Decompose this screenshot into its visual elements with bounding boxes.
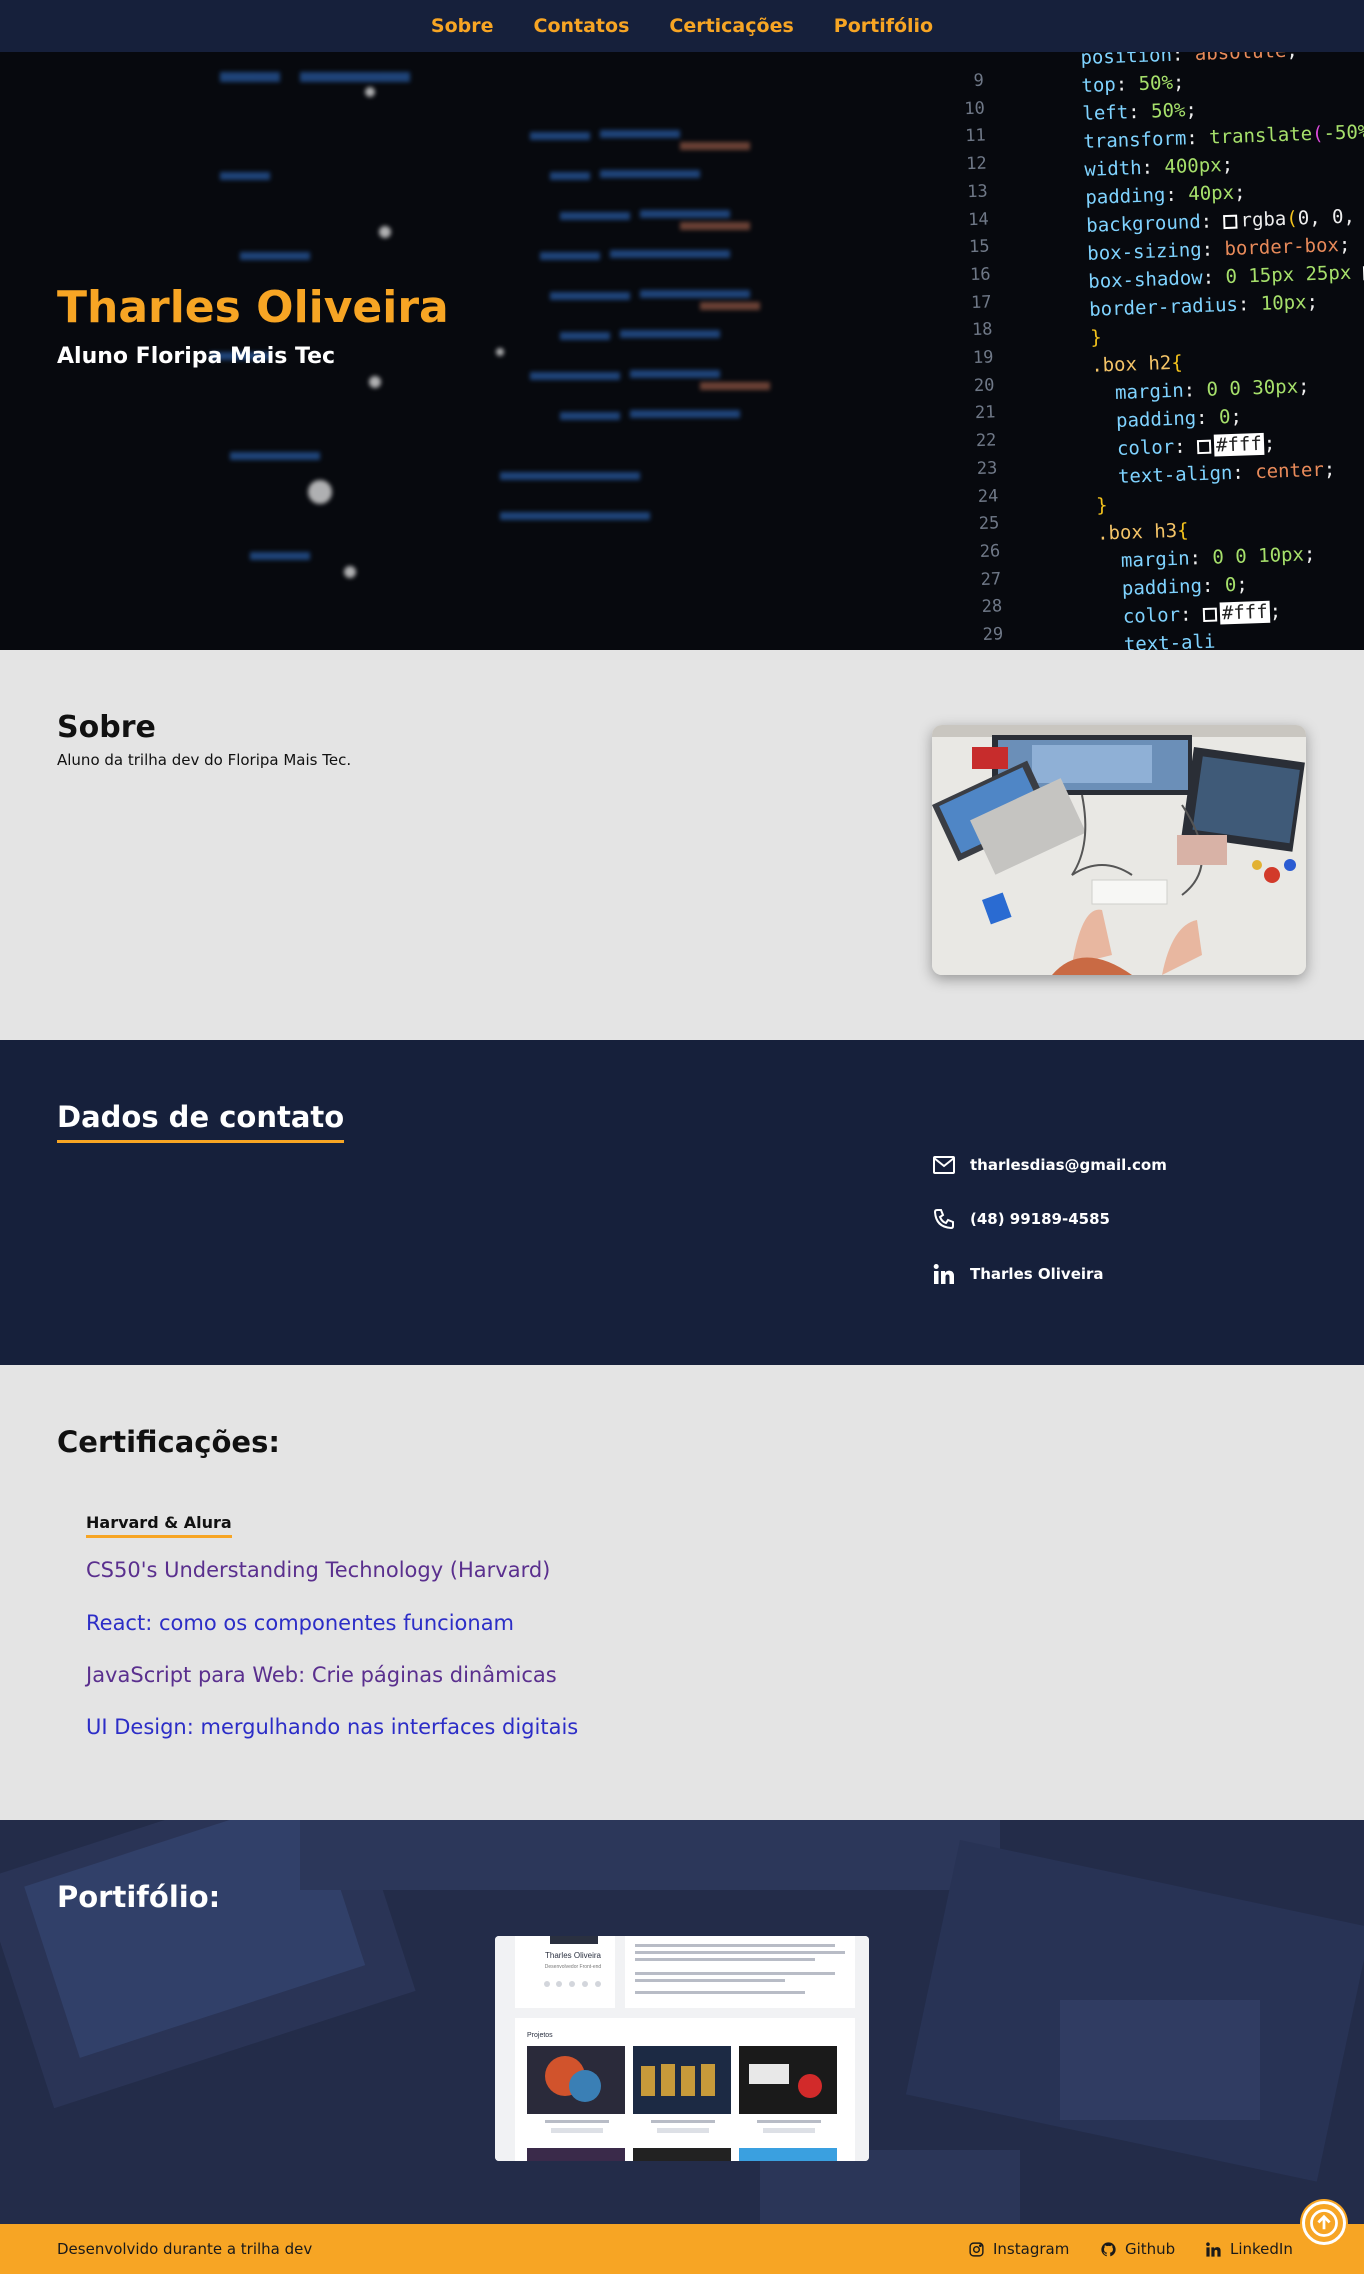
about-section: Sobre Aluno da trilha dev do Floripa Mai… — [0, 650, 1364, 1040]
hero-subtitle: Aluno Floripa Mais Tec — [57, 344, 336, 369]
top-navigation: Sobre Contatos Certicações Portifólio — [0, 0, 1364, 52]
back-to-top-button[interactable] — [1302, 2201, 1346, 2245]
contact-section: Dados de contato tharlesdias@gmail.com (… — [0, 1040, 1364, 1365]
mail-icon — [933, 1156, 955, 1174]
certifications-section: Certificações: Harvard & Alura CS50's Un… — [0, 1365, 1364, 1820]
contact-phone[interactable]: (48) 99189-4585 — [932, 1207, 1110, 1231]
about-heading: Sobre — [57, 710, 156, 745]
footer-link-github[interactable]: Github — [1100, 2240, 1175, 2258]
github-icon — [1101, 2241, 1116, 2256]
footer-link-github-label: Github — [1125, 2240, 1176, 2258]
preview-name: Tharles Oliveira — [545, 1951, 602, 1960]
hero-banner: 9 10 11 12 13 14 15 16 17 18 19 20 21 22… — [0, 52, 1364, 650]
nav-link-contatos[interactable]: Contatos — [534, 15, 630, 37]
certifications-institution: Harvard & Alura — [86, 1513, 232, 1538]
nav-link-sobre[interactable]: Sobre — [431, 15, 494, 37]
page-footer: Desenvolvido durante a trilha dev Instag… — [0, 2224, 1364, 2274]
contact-email-text: tharlesdias@gmail.com — [970, 1156, 1167, 1174]
portfolio-heading: Portifólio: — [57, 1880, 221, 1914]
about-desk-photo — [932, 725, 1306, 975]
instagram-icon — [969, 2241, 984, 2257]
cert-link-javascript[interactable]: JavaScript para Web: Crie páginas dinâmi… — [86, 1663, 557, 1687]
portfolio-preview-card[interactable]: Tharles Oliveira Desenvolvedor Front-end… — [495, 1936, 869, 2161]
contact-linkedin-text: Tharles Oliveira — [970, 1265, 1104, 1283]
footer-link-linkedin-label: LinkedIn — [1230, 2240, 1293, 2258]
code-line-numbers: 9 10 11 12 13 14 15 16 17 18 19 20 21 22… — [963, 70, 1004, 646]
cert-link-react[interactable]: React: como os componentes funcionam — [86, 1611, 514, 1635]
cert-link-ui-design[interactable]: UI Design: mergulhando nas interfaces di… — [86, 1715, 578, 1739]
preview-section-title: Projetos — [527, 2032, 553, 2039]
phone-icon — [933, 1209, 954, 1230]
hero-title: Tharles Oliveira — [57, 282, 449, 333]
contact-phone-text: (48) 99189-4585 — [970, 1210, 1110, 1228]
arrow-up-circle-icon — [1310, 2209, 1338, 2237]
preview-role: Desenvolvedor Front-end — [545, 1964, 602, 1970]
contact-email[interactable]: tharlesdias@gmail.com — [932, 1153, 1167, 1177]
portfolio-section: Portifólio: Tharles Oliveira Desenvolved… — [0, 1820, 1364, 2224]
contact-linkedin[interactable]: Tharles Oliveira — [932, 1262, 1104, 1286]
hero-code-snippet: position: absolute; top: 50%; left: 50%;… — [1080, 52, 1364, 650]
contact-heading: Dados de contato — [57, 1100, 345, 1143]
footer-link-instagram-label: Instagram — [993, 2240, 1070, 2258]
footer-link-linkedin[interactable]: LinkedIn — [1205, 2240, 1293, 2258]
cert-link-cs50[interactable]: CS50's Understanding Technology (Harvard… — [86, 1558, 550, 1582]
linkedin-icon — [1206, 2241, 1221, 2257]
nav-link-certificacoes[interactable]: Certicações — [669, 15, 793, 37]
footer-credit: Desenvolvido durante a trilha dev — [57, 2240, 313, 2258]
about-text: Aluno da trilha dev do Floripa Mais Tec. — [57, 751, 352, 769]
nav-link-portifolio[interactable]: Portifólio — [834, 15, 933, 37]
linkedin-icon — [933, 1264, 954, 1284]
footer-link-instagram[interactable]: Instagram — [968, 2240, 1069, 2258]
certifications-heading: Certificações: — [57, 1425, 280, 1459]
